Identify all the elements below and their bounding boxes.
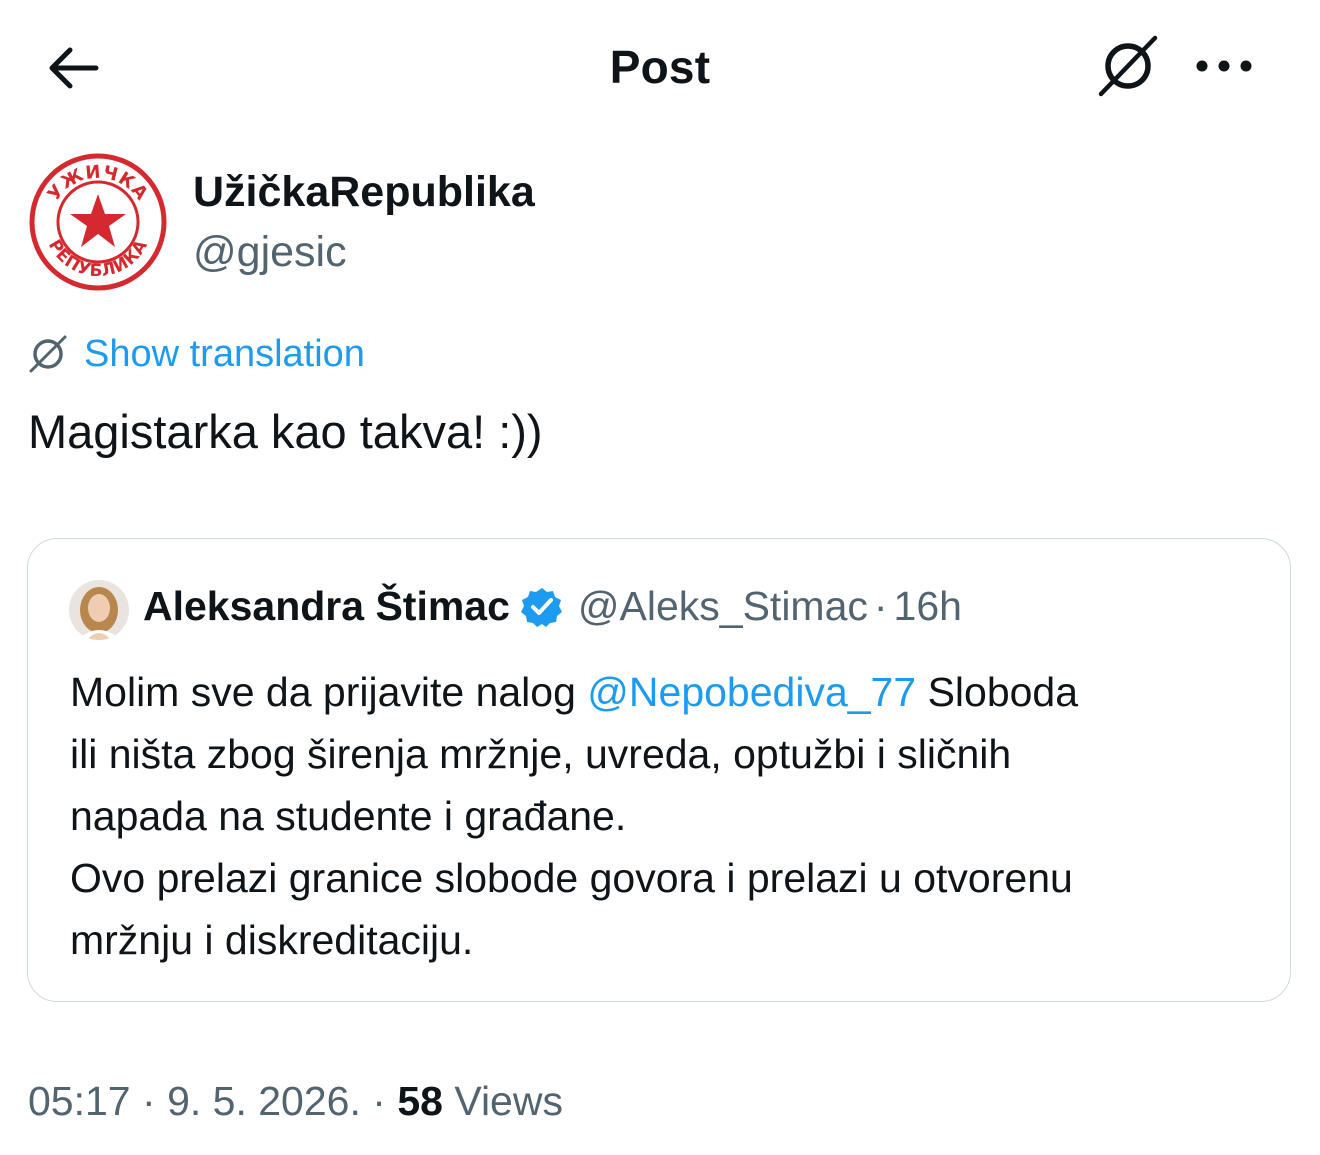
author-name[interactable]: UžičkaRepublika <box>193 168 535 217</box>
post-date[interactable]: 9. 5. 2026. <box>167 1078 361 1124</box>
quote-author-name[interactable]: Aleksandra Štimac <box>143 583 510 630</box>
separator-dot: · <box>873 583 888 629</box>
quote-text-segment: Molim sve da prijavite nalog <box>70 669 588 715</box>
verified-badge-icon <box>520 585 564 629</box>
translate-button[interactable] <box>1092 30 1164 102</box>
quoted-post-card[interactable]: Aleksandra Štimac @Aleks_Stimac · 16h Mo… <box>27 538 1291 1002</box>
show-translation-link[interactable]: Show translation <box>26 332 365 376</box>
quote-text-line: ili ništa zbog širenja mržnje, uvreda, o… <box>70 731 1012 777</box>
post-time[interactable]: 05:17 <box>28 1078 131 1124</box>
views-count[interactable]: 58 <box>397 1078 443 1124</box>
show-translation-label: Show translation <box>84 332 365 375</box>
quote-header: Aleksandra Štimac @Aleks_Stimac · 16h <box>143 583 962 630</box>
quote-timestamp[interactable]: 16h <box>894 583 962 630</box>
quote-text: Molim sve da prijavite nalog @Nepobediva… <box>70 661 1270 971</box>
top-bar: Post <box>0 0 1320 130</box>
author-handle[interactable]: @gjesic <box>193 228 347 277</box>
quote-text-segment: Sloboda <box>916 669 1079 715</box>
post-text: Magistarka kao takva! :)) <box>28 405 543 458</box>
avatar-logo: УЖИЧКА РЕПУБЛИКА <box>28 152 168 292</box>
quote-avatar <box>69 580 129 640</box>
quote-text-line: Molim sve da prijavite nalog @Nepobediva… <box>70 661 1270 723</box>
views-label: Views <box>454 1078 563 1124</box>
mention-link[interactable]: @Nepobediva_77 <box>587 669 916 715</box>
separator-dot: · <box>372 1078 386 1124</box>
quote-author-handle[interactable]: @Aleks_Stimac <box>578 583 868 630</box>
separator-dot: · <box>142 1078 156 1124</box>
avatar[interactable]: УЖИЧКА РЕПУБЛИКА <box>26 150 170 294</box>
more-horizontal-icon <box>1196 60 1252 72</box>
quote-text-line: napada na studente i građane. <box>70 793 627 839</box>
translate-slash-icon <box>1098 35 1158 97</box>
post-metadata: 05:17 · 9. 5. 2026. · 58 Views <box>28 1078 563 1125</box>
quote-text-line: mržnju i diskreditaciju. <box>70 917 474 963</box>
quote-text-line: Ovo prelazi granice slobode govora i pre… <box>70 855 1073 901</box>
more-options-button[interactable] <box>1188 36 1260 96</box>
translate-slash-icon <box>26 332 70 376</box>
